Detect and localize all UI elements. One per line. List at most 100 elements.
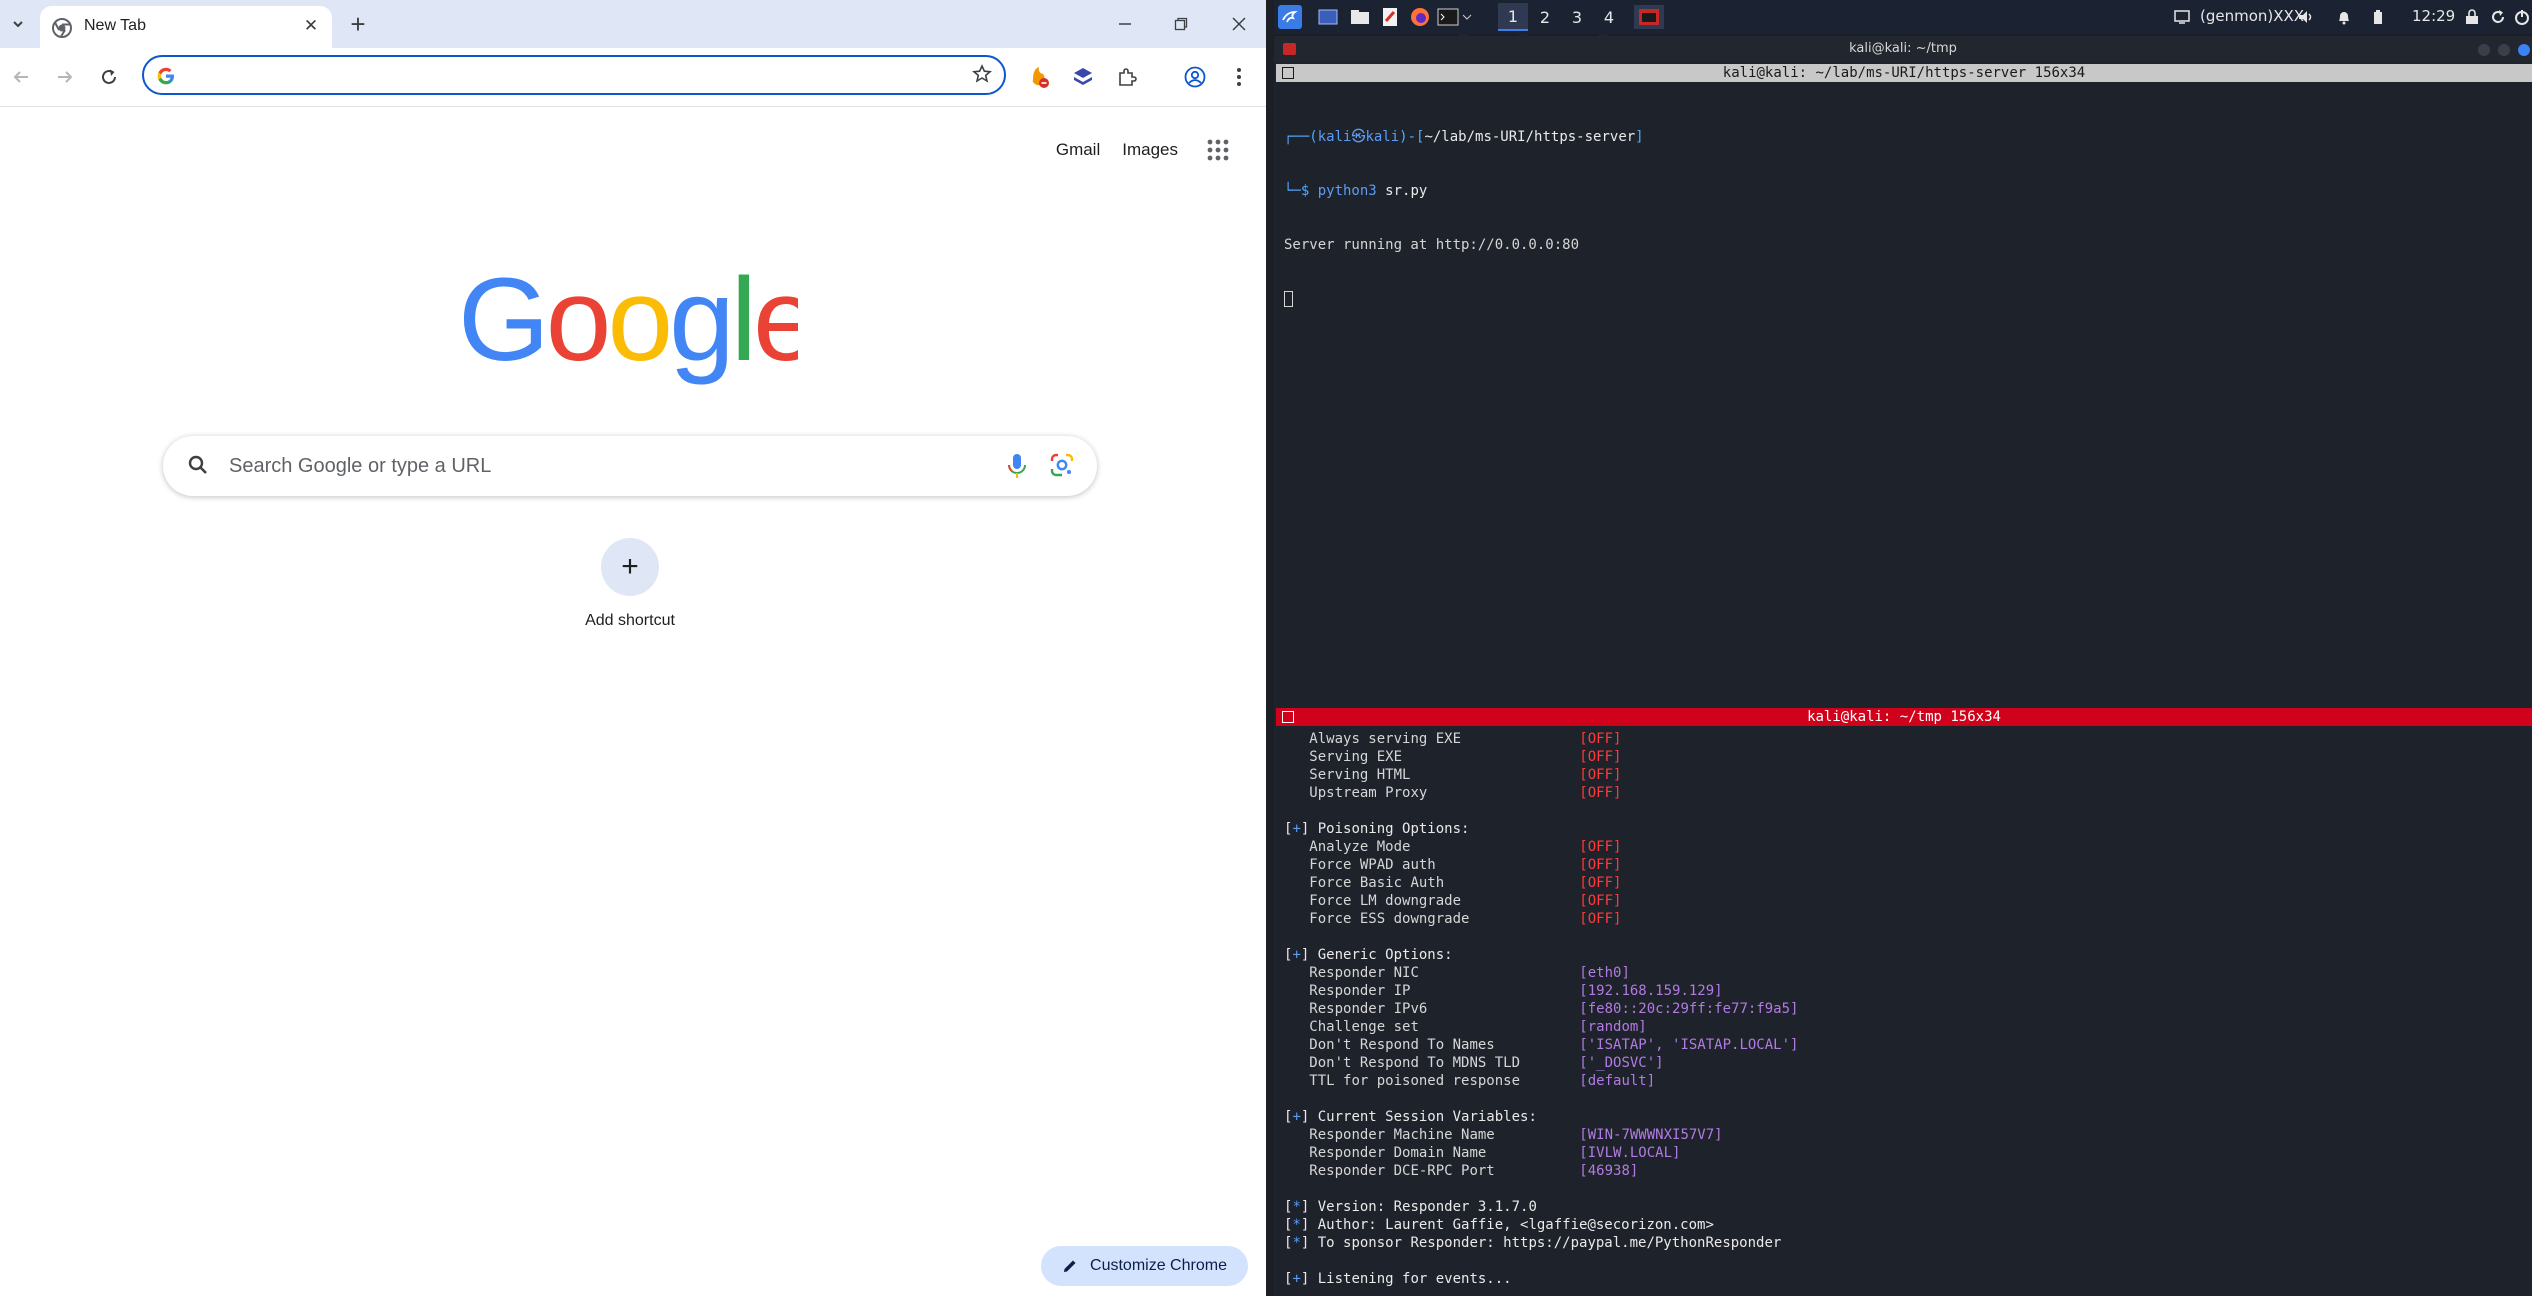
text-editor-icon[interactable] xyxy=(1378,5,1402,29)
option-label: Force Basic Auth xyxy=(1309,875,1445,891)
microphone-icon[interactable] xyxy=(1005,452,1029,480)
restore-icon[interactable] xyxy=(1164,10,1198,38)
gmail-link[interactable]: Gmail xyxy=(1056,140,1100,160)
option-label: Responder Machine Name xyxy=(1309,1127,1495,1143)
close-dot-icon[interactable] xyxy=(2518,44,2530,56)
version-line-text: Version: Responder 3.1.7.0 xyxy=(1317,1199,1537,1215)
option-label: Always serving EXE xyxy=(1309,731,1462,747)
option-label: TTL for poisoned response xyxy=(1309,1073,1521,1089)
generic-header-text: Generic Options: xyxy=(1317,947,1453,963)
apps-grid-icon[interactable] xyxy=(1206,138,1230,162)
images-link[interactable]: Images xyxy=(1122,140,1178,160)
file-manager-icon[interactable] xyxy=(1348,5,1372,29)
marker: * xyxy=(1292,1235,1301,1251)
battery-icon[interactable] xyxy=(2368,5,2388,29)
restart-icon[interactable] xyxy=(2488,5,2508,29)
version-line: [*] Version: Responder 3.1.7.0 xyxy=(1284,1198,1798,1216)
tab-search-button[interactable] xyxy=(4,10,32,38)
option-value: [OFF] xyxy=(1579,785,1622,801)
option-row: Always serving EXE [OFF] xyxy=(1284,730,1798,748)
kali-menu-icon[interactable] xyxy=(1278,5,1302,29)
terminal-launcher-icon[interactable] xyxy=(1436,5,1474,29)
workspace-3[interactable]: 3 xyxy=(1562,3,1592,31)
kali-desktop: 1 2 3 4 (genmon)XXX 12:29 kali@kali: ~/t… xyxy=(1274,0,2532,1296)
ntp-search-box[interactable]: Search Google or type a URL xyxy=(163,436,1097,496)
session-header-text: Current Session Variables: xyxy=(1317,1109,1537,1125)
terminal-pane-bottom[interactable]: kali@kali: ~/tmp 156x34 Always serving E… xyxy=(1276,708,2532,1296)
pane-bottom-titlebar[interactable]: kali@kali: ~/tmp 156x34 xyxy=(1276,708,2532,726)
pane-top-title: kali@kali: ~/lab/ms-URI/https-server 156… xyxy=(1722,65,2086,81)
firefox-icon[interactable] xyxy=(1408,5,1432,29)
option-row: Upstream Proxy [OFF] xyxy=(1284,784,1798,802)
listening-line-text: Listening for events... xyxy=(1317,1271,1512,1287)
arrow-right-icon xyxy=(58,71,73,83)
add-shortcut-tile[interactable]: + Add shortcut xyxy=(560,538,700,642)
option-value: ['ISATAP', 'ISATAP.LOCAL'] xyxy=(1579,1037,1799,1053)
xfce-top-panel: 1 2 3 4 (genmon)XXX 12:29 xyxy=(1274,0,2532,34)
close-window-icon[interactable] xyxy=(1222,10,1256,38)
omnibox[interactable] xyxy=(142,55,1006,95)
back-button[interactable] xyxy=(6,62,36,92)
power-icon[interactable] xyxy=(2512,5,2532,29)
arrow-left-icon xyxy=(13,71,28,83)
option-row: Responder IPv6 [fe80::20c:29ff:fe77:f9a5] xyxy=(1284,1000,1798,1018)
notifications-icon[interactable] xyxy=(2334,5,2354,29)
option-row: Don't Respond To Names ['ISATAP', 'ISATAP… xyxy=(1284,1036,1798,1054)
marker: * xyxy=(1292,1199,1301,1215)
panel-clock[interactable]: 12:29 xyxy=(2412,7,2455,25)
svg-text:Google: Google xyxy=(458,268,798,386)
new-tab-button[interactable]: + xyxy=(344,9,372,39)
chrome-window: New Tab ✕ + Gmail Images Google Search G… xyxy=(0,0,1266,1296)
search-icon xyxy=(188,455,207,474)
command-line: └─$ python3 sr.py xyxy=(1284,183,1428,199)
lock-icon[interactable] xyxy=(2462,5,2482,29)
workspace-1[interactable]: 1 xyxy=(1498,3,1528,31)
genmon-label[interactable]: (genmon)XXX xyxy=(2200,7,2304,25)
option-value: [46938] xyxy=(1579,1163,1639,1179)
option-row: Don't Respond To MDNS TLD ['_DOSVC'] xyxy=(1284,1054,1798,1072)
workspace-4[interactable]: 4 xyxy=(1594,3,1624,31)
chevron-down-icon xyxy=(13,21,23,28)
pane-top-output: ┌──(kali㉿kali)-[~/lab/ms-URI/https-serve… xyxy=(1284,92,1644,344)
option-label: Responder Domain Name xyxy=(1309,1145,1487,1161)
volume-icon[interactable] xyxy=(2296,5,2316,29)
author-line: [*] Author: Laurent Gaffie, <lgaffie@sec… xyxy=(1284,1216,1798,1234)
marker: + xyxy=(1292,1109,1301,1125)
tab-new-tab[interactable]: New Tab ✕ xyxy=(40,6,332,48)
terminal-pane-top[interactable]: kali@kali: ~/lab/ms-URI/https-server 156… xyxy=(1276,64,2532,740)
minimize-icon[interactable] xyxy=(1108,10,1142,38)
address-bar-input[interactable] xyxy=(188,64,952,88)
bookmark-star-icon[interactable] xyxy=(972,64,992,84)
option-row: Responder Machine Name [WIN-7WWWNXI57V7] xyxy=(1284,1126,1798,1144)
option-value: [fe80::20c:29ff:fe77:f9a5] xyxy=(1579,1001,1799,1017)
extension-2-button[interactable] xyxy=(1068,62,1098,92)
option-row: Force ESS downgrade [OFF] xyxy=(1284,910,1798,928)
command-arg: sr.py xyxy=(1385,183,1428,199)
extension-1-button[interactable] xyxy=(1024,62,1054,92)
google-lens-icon[interactable] xyxy=(1049,452,1075,478)
terminal-titlebar[interactable]: kali@kali: ~/tmp xyxy=(1274,36,2532,62)
forward-button[interactable] xyxy=(50,62,80,92)
taskbar-terminal-icon[interactable] xyxy=(1634,5,1664,29)
customize-chrome-button[interactable]: Customize Chrome xyxy=(1041,1246,1248,1286)
option-value: [random] xyxy=(1579,1019,1647,1035)
option-row: Responder NIC [eth0] xyxy=(1284,964,1798,982)
chrome-menu-button[interactable] xyxy=(1224,62,1254,92)
server-output-line: Server running at http://0.0.0.0:80 xyxy=(1284,237,1580,253)
workspace-2[interactable]: 2 xyxy=(1530,3,1560,31)
reload-button[interactable] xyxy=(94,62,124,92)
extensions-button[interactable] xyxy=(1112,62,1142,92)
minimize-dot-icon[interactable] xyxy=(2478,44,2490,56)
show-desktop-icon[interactable] xyxy=(1316,5,1340,29)
pane-top-titlebar[interactable]: kali@kali: ~/lab/ms-URI/https-server 156… xyxy=(1276,64,2532,82)
maximize-dot-icon[interactable] xyxy=(2498,44,2510,56)
close-tab-icon[interactable]: ✕ xyxy=(300,15,322,37)
profile-button[interactable] xyxy=(1180,62,1210,92)
